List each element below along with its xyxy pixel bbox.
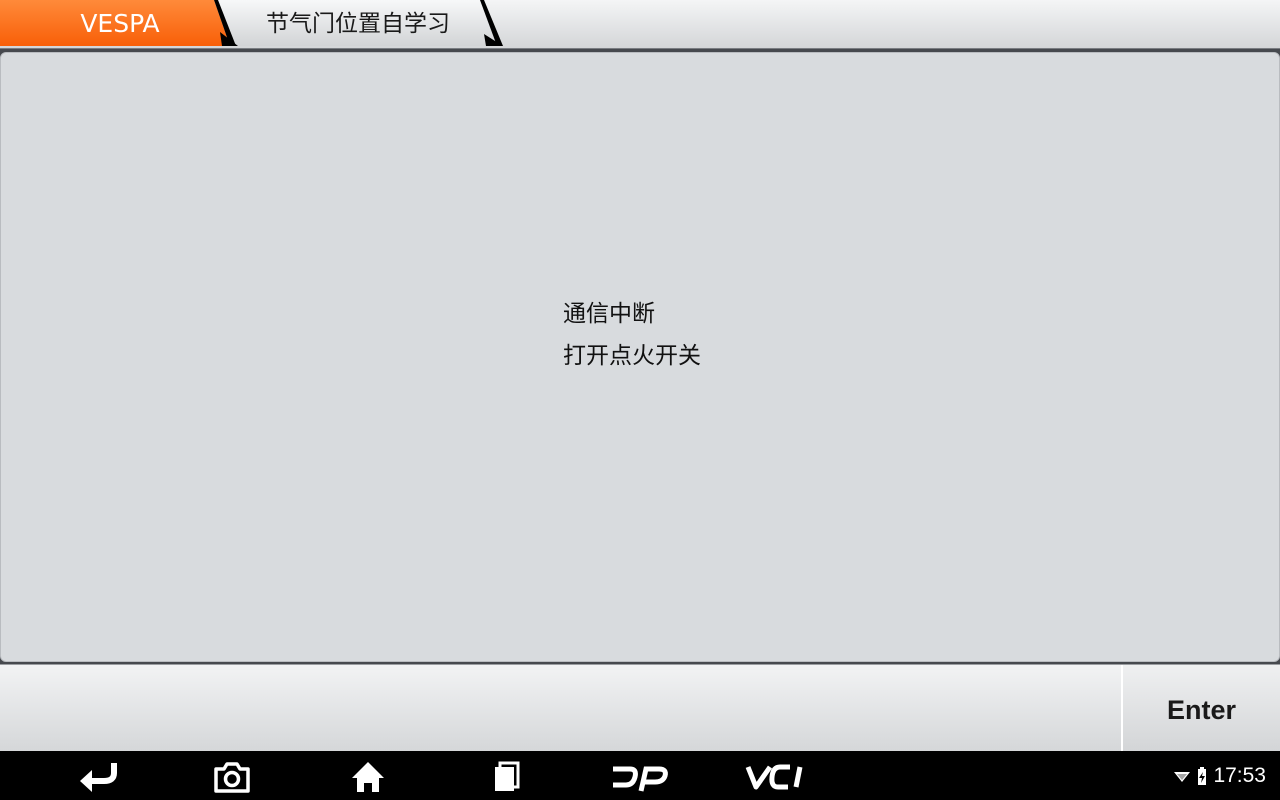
message-panel: 通信中断 打开点火开关 [0,52,1280,662]
recent-apps-button[interactable] [481,757,527,795]
back-icon [80,763,117,792]
dp-icon [613,766,668,792]
message-line: 通信中断 [563,301,655,327]
recent-apps-icon [495,761,520,791]
enter-button[interactable]: Enter [1121,665,1280,751]
brand-label: VESPA [80,9,160,38]
vci-icon [745,764,803,790]
dp-button[interactable] [610,757,670,795]
status-clock: 17:53 [1213,763,1266,787]
camera-icon [214,762,250,793]
system-navbar: 17:53 [0,751,1280,800]
home-icon [352,762,384,792]
screenshot-button[interactable] [209,757,255,795]
status-area: 17:53 [1173,751,1266,800]
breadcrumb: 节气门位置自学习 VESPA [0,0,1280,49]
breadcrumb-item-page[interactable]: 节气门位置自学习 [214,0,504,46]
page-title: 节气门位置自学习 [266,11,450,37]
wifi-icon [1174,771,1191,782]
back-button[interactable] [74,757,120,795]
message-text: 通信中断 打开点火开关 [563,297,701,381]
app-window: 节气门位置自学习 VESPA 通信中断 打开点火开关 Enter 17:53 [0,0,1280,800]
action-bar: Enter [0,664,1280,751]
home-button[interactable] [345,757,391,795]
battery-charging-icon [1198,766,1207,785]
vci-button[interactable] [744,757,808,795]
breadcrumb-item-brand[interactable]: VESPA [0,0,240,46]
message-line: 打开点火开关 [563,343,701,369]
